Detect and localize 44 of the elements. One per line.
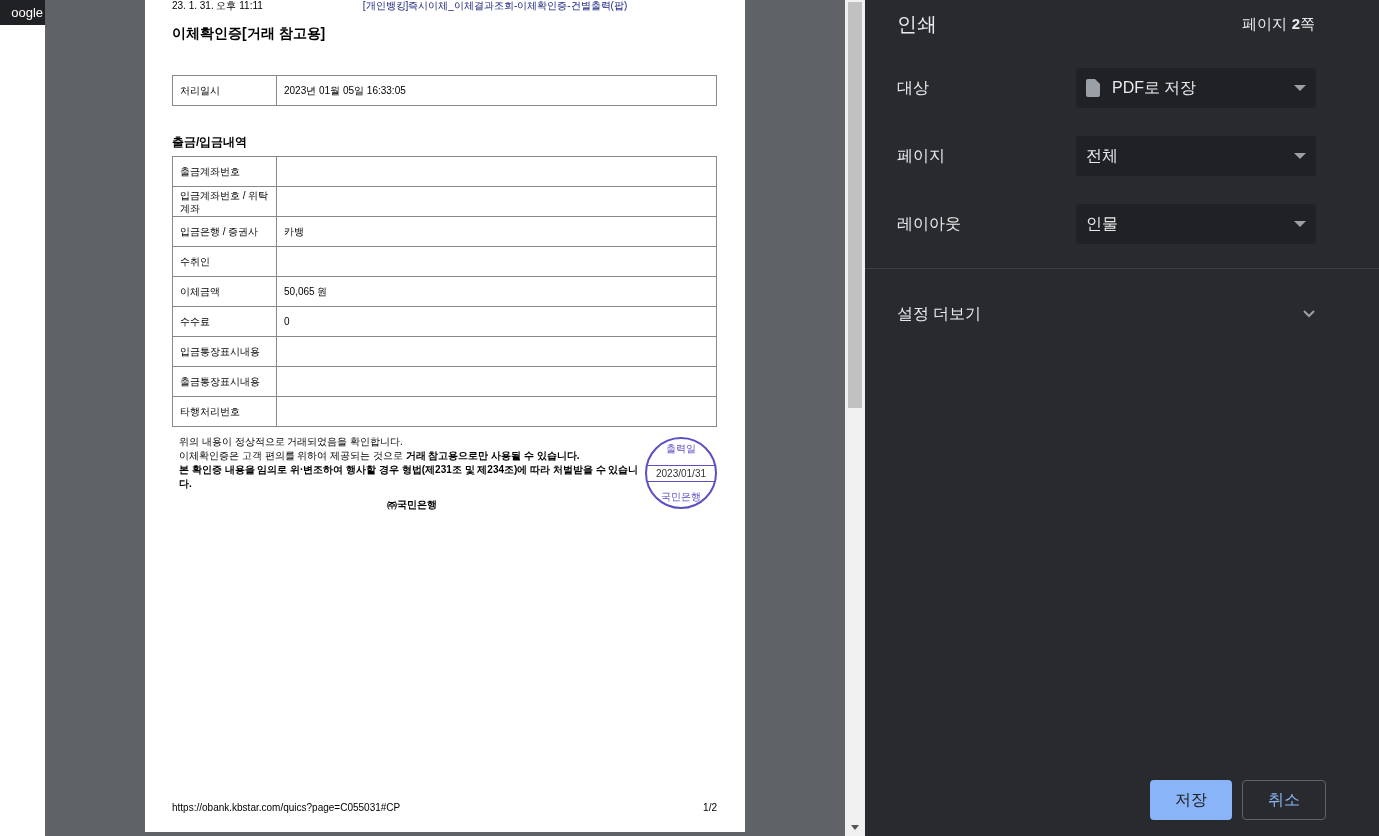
setting-label: 페이지 — [897, 145, 946, 166]
table-cell: 입금은행 / 증권사 — [172, 216, 277, 247]
table-cell: 2023년 01월 05일 16:33:05 — [276, 75, 717, 106]
page-number: 1/2 — [703, 802, 717, 815]
more-settings-toggle[interactable]: 설정 더보기 — [865, 294, 1379, 334]
dropdown[interactable]: PDF로 저장 — [1076, 68, 1316, 108]
page-url: https://obank.kbstar.com/quics?page=C055031#CP — [172, 802, 401, 815]
tab-title: oogle — [11, 5, 43, 20]
scroll-down-icon[interactable] — [851, 825, 859, 830]
table-cell: 입금계좌번호 / 위탁계좌 — [172, 186, 277, 217]
print-date: 23. 1. 31. 오후 11:11 — [172, 0, 263, 12]
date-stamp: 출력일 2023/01/31 국민은행 — [645, 437, 717, 509]
table-cell: 50,065 원 — [276, 276, 717, 307]
caret-icon — [1294, 85, 1306, 91]
page-count: 페이지 2쪽 — [1242, 14, 1315, 34]
scrollbar[interactable] — [845, 0, 865, 836]
table-cell: 수취인 — [172, 246, 277, 277]
notice-text: 본 확인증 내용을 임의로 위·변조하여 행사할 경우 형법(제231조 및 제234조)에 따라 처벌받을 수 있습니다. — [179, 463, 640, 491]
table-cell: 타행처리번호 — [172, 396, 277, 427]
table-cell: 이체금액 — [172, 276, 277, 307]
issuer-name: ㈜국민은행 — [386, 498, 438, 512]
notice-text: 위의 내용이 정상적으로 거래되었음을 확인합니다. — [179, 435, 404, 449]
page-header-title: [개인뱅킹]즉시이체_이체결과조회-이체확인증-건별출력(팝) — [362, 0, 628, 12]
save-button[interactable]: 저장 — [1150, 780, 1232, 820]
dropdown[interactable]: 전체 — [1076, 136, 1316, 176]
setting-label: 레이아웃 — [897, 213, 962, 234]
dropdown[interactable]: 인물 — [1076, 204, 1316, 244]
table-cell: 카뱅 — [276, 216, 717, 247]
document-title: 이체확인증[거래 참고용] — [172, 25, 327, 43]
notice-text: 이체확인증은 고객 편의를 위하여 제공되는 것으로 거래 참고용으로만 사용될 수 있습니다. — [179, 449, 581, 463]
table-cell: 입금통장표시내용 — [172, 336, 277, 367]
caret-icon — [1294, 221, 1306, 227]
section-title: 출금/입금내역 — [172, 134, 249, 151]
file-icon — [1086, 79, 1100, 97]
table-cell: 0 — [276, 306, 717, 337]
scroll-thumb[interactable] — [848, 2, 862, 408]
setting-label: 대상 — [897, 77, 930, 98]
dialog-title: 인쇄 — [897, 11, 937, 37]
caret-icon — [1294, 153, 1306, 159]
table-cell: 출금통장표시내용 — [172, 366, 277, 397]
table-cell: 처리일시 — [172, 75, 277, 106]
table-cell: 출금계좌번호 — [172, 156, 277, 187]
cancel-button[interactable]: 취소 — [1242, 780, 1326, 820]
table-cell: 수수료 — [172, 306, 277, 337]
